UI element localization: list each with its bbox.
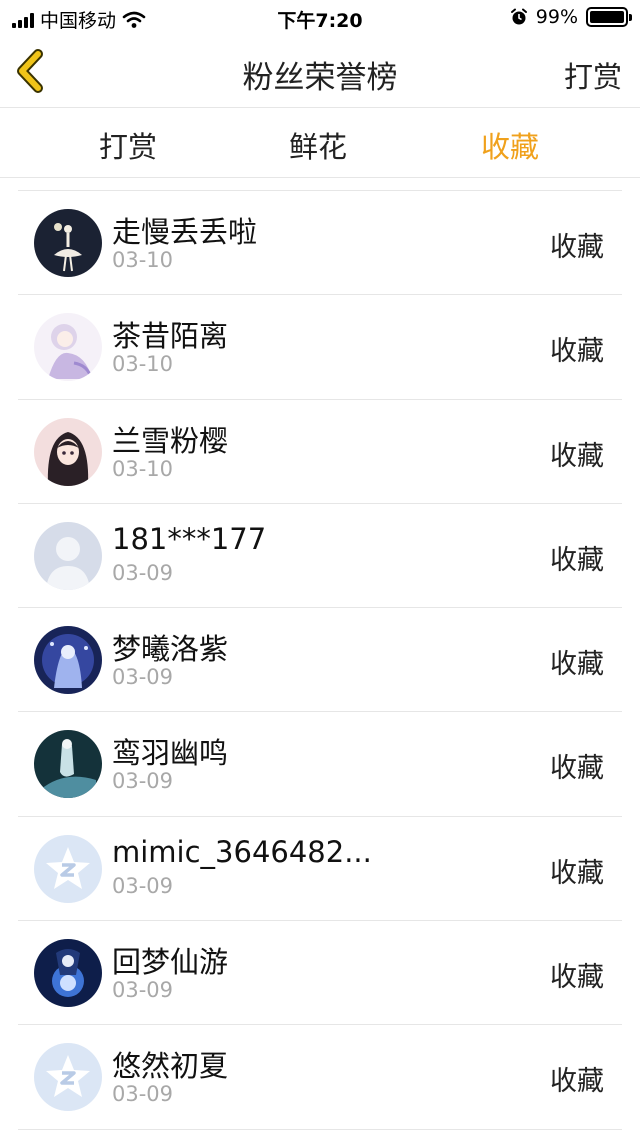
avatar (34, 834, 102, 903)
list-item[interactable]: 鸾羽幽鸣 03-09 收藏 (18, 712, 622, 817)
avatar (34, 521, 102, 590)
fan-action: 收藏 (550, 962, 604, 994)
avatar (34, 939, 102, 1008)
fan-action: 收藏 (550, 440, 604, 472)
page-title: 粉丝荣誉榜 (242, 60, 398, 96)
fan-action: 收藏 (550, 649, 604, 681)
battery-tip (629, 14, 632, 21)
avatar (34, 209, 102, 277)
fan-action: 收藏 (550, 857, 604, 889)
battery-percent: 99% (535, 6, 578, 28)
status-right: 99% (510, 6, 632, 28)
tab-reward[interactable]: 打赏 (68, 124, 188, 166)
fan-name: 回梦仙游 (112, 945, 229, 980)
fan-name: 走慢丢丢啦 (112, 215, 258, 249)
fan-name: 悠然初夏 (112, 1049, 229, 1084)
list-item[interactable]: 走慢丢丢啦 03-10 收藏 (18, 191, 622, 296)
fan-date: 03-09 (112, 1082, 174, 1107)
fan-action: 收藏 (550, 544, 604, 576)
fan-date: 03-09 (112, 873, 174, 898)
avatar (34, 730, 102, 799)
fan-action: 收藏 (550, 232, 604, 263)
status-bar: 中国移动 下午7:20 99% (0, 0, 640, 34)
avatar (34, 1043, 102, 1112)
avatar (34, 626, 102, 695)
fan-action: 收藏 (550, 1066, 604, 1098)
fan-name: 梦曦洛紫 (112, 632, 229, 667)
nav-bar: 粉丝荣誉榜 打赏 (0, 34, 640, 108)
battery-fill (590, 11, 624, 23)
fan-date: 03-10 (112, 456, 174, 481)
fan-list: 走慢丢丢啦 03-10 收藏 茶昔陌离 03-10 收藏 兰雪粉樱 03-10 … (18, 190, 622, 1130)
fan-name: 兰雪粉樱 (112, 423, 229, 458)
tab-favorites[interactable]: 收藏 (450, 124, 570, 166)
avatar (34, 417, 102, 486)
list-item[interactable]: 兰雪粉樱 03-10 收藏 (18, 400, 622, 504)
fan-name: mimic_3646482... (112, 834, 372, 869)
fan-date: 03-10 (112, 352, 174, 377)
list-item[interactable]: 梦曦洛紫 03-09 收藏 (18, 608, 622, 713)
list-item[interactable]: 茶昔陌离 03-10 收藏 (18, 295, 622, 400)
list-item[interactable]: 悠然初夏 03-09 收藏 (18, 1025, 622, 1130)
battery-icon (586, 7, 632, 27)
fan-date: 03-09 (112, 560, 174, 585)
reward-button[interactable]: 打赏 (564, 54, 622, 96)
list-item[interactable]: mimic_3646482... 03-09 收藏 (18, 817, 622, 922)
fan-date: 03-10 (112, 248, 174, 272)
fan-name: 181***177 (112, 521, 267, 556)
fan-date: 03-09 (112, 769, 174, 794)
alarm-icon (510, 8, 527, 25)
fan-name: 茶昔陌离 (112, 319, 229, 354)
avatar (34, 313, 102, 382)
fan-date: 03-09 (112, 978, 174, 1003)
tab-bar: 打赏 鲜花 收藏 (0, 108, 640, 178)
list-item[interactable]: 181***177 03-09 收藏 (18, 504, 622, 609)
fan-name: 鸾羽幽鸣 (112, 736, 229, 771)
fan-action: 收藏 (550, 753, 604, 785)
list-item[interactable]: 回梦仙游 03-09 收藏 (18, 921, 622, 1026)
fan-action: 收藏 (550, 336, 604, 368)
tab-flowers[interactable]: 鲜花 (258, 124, 378, 166)
fan-date: 03-09 (112, 665, 174, 690)
